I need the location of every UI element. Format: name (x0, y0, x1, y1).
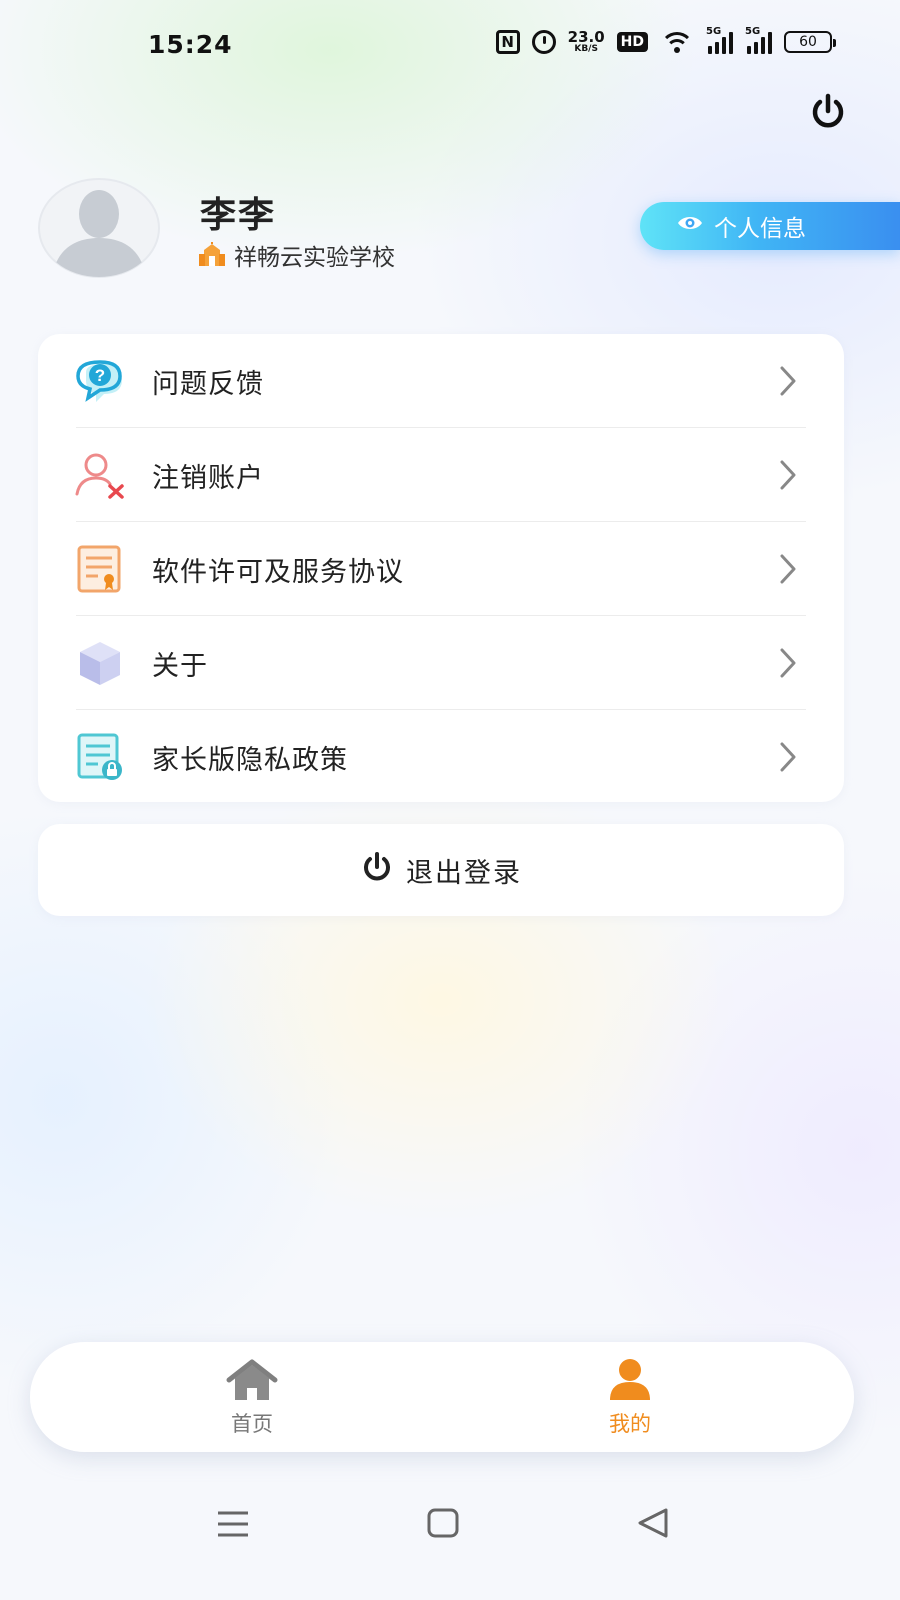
nfc-icon: N (495, 30, 520, 54)
school-name: 祥畅云实验学校 (234, 245, 395, 271)
privacy-document-icon (74, 732, 126, 782)
tab-home-label: 首页 (231, 1412, 273, 1436)
power-icon[interactable] (808, 92, 848, 132)
sim1-network-label: 5G (706, 26, 722, 37)
home-square-icon[interactable] (424, 1506, 464, 1542)
menu-icon[interactable] (214, 1506, 254, 1542)
personal-info-label: 个人信息 (714, 216, 806, 242)
chevron-right-icon (776, 552, 800, 586)
user-remove-icon (74, 450, 126, 500)
school-building-icon (198, 242, 226, 268)
alarm-icon (531, 30, 556, 54)
chevron-right-icon (776, 458, 800, 492)
person-icon (603, 1358, 657, 1402)
sim2-network-label: 5G (745, 26, 761, 37)
user-name: 李李 (200, 195, 277, 236)
menu-label-cancel-account: 注销账户 (152, 463, 264, 494)
logout-button[interactable]: 退出登录 (38, 824, 844, 916)
settings-menu: ? 问题反馈 注销账户 软件许可及服务协议 关于 家长版隐私政策 (38, 334, 844, 802)
menu-label-feedback: 问题反馈 (152, 369, 264, 400)
hd-voice-icon: HD (616, 32, 648, 52)
cube-icon (74, 638, 126, 688)
wifi-icon (660, 30, 694, 54)
certificate-icon (74, 544, 126, 594)
battery-icon: 60 (784, 31, 836, 53)
network-speed-unit: KB/S (574, 44, 598, 54)
menu-item-about[interactable]: 关于 (38, 616, 844, 710)
school-row: 祥畅云实验学校 (198, 238, 395, 272)
system-navigation-bar (0, 1490, 900, 1560)
menu-item-feedback[interactable]: ? 问题反馈 (38, 334, 844, 428)
back-triangle-icon[interactable] (634, 1506, 674, 1542)
svg-text:?: ? (95, 366, 105, 385)
menu-label-license: 软件许可及服务协议 (152, 557, 404, 588)
chevron-right-icon (776, 646, 800, 680)
personal-info-button[interactable]: 个人信息 (640, 202, 900, 250)
eye-icon (676, 213, 704, 239)
status-time: 15:24 (148, 30, 233, 59)
menu-label-about: 关于 (152, 651, 208, 682)
signal-icon-sim1: 5G (706, 26, 733, 54)
network-speed: 23.0 KB/S (568, 30, 605, 54)
tab-me[interactable]: 我的 (570, 1358, 690, 1442)
signal-icon-sim2: 5G (745, 26, 772, 54)
home-icon (225, 1358, 279, 1402)
menu-item-privacy[interactable]: 家长版隐私政策 (38, 710, 844, 804)
avatar[interactable] (38, 178, 160, 278)
battery-level: 60 (799, 34, 817, 50)
status-bar: 15:24 N 23.0 KB/S HD 5G 5G 60 (0, 0, 900, 96)
chevron-right-icon (776, 364, 800, 398)
chevron-right-icon (776, 740, 800, 774)
tab-me-label: 我的 (609, 1412, 651, 1436)
feedback-question-icon: ? (74, 356, 126, 406)
network-speed-value: 23.0 (567, 28, 605, 46)
status-icons: N 23.0 KB/S HD 5G 5G 60 (495, 26, 836, 54)
bottom-tab-bar: 首页 我的 (30, 1342, 854, 1452)
menu-label-privacy: 家长版隐私政策 (152, 745, 348, 776)
tab-home[interactable]: 首页 (192, 1358, 312, 1442)
menu-item-license[interactable]: 软件许可及服务协议 (38, 522, 844, 616)
menu-item-cancel-account[interactable]: 注销账户 (38, 428, 844, 522)
logout-label: 退出登录 (406, 857, 522, 889)
logout-power-icon (360, 851, 394, 889)
